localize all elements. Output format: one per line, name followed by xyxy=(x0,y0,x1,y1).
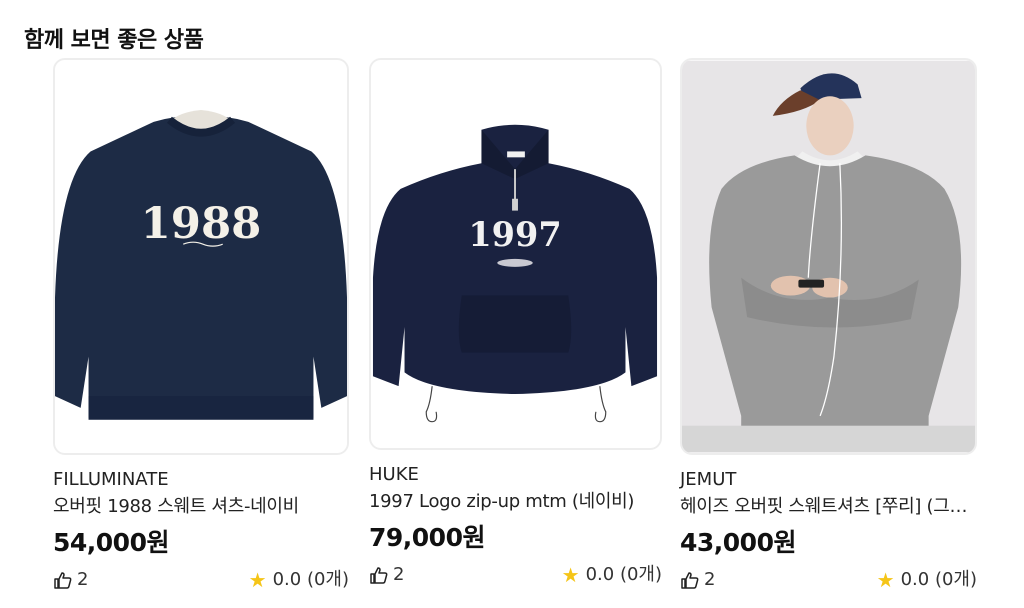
zipup-image: 1997 xyxy=(371,60,660,448)
product-name[interactable]: 오버핏 1988 스웨트 셔츠-네이비 xyxy=(53,495,349,519)
like-button[interactable]: 2 xyxy=(53,569,88,591)
rating: ★ 0.0 (0개) xyxy=(249,569,349,591)
product-brand[interactable]: JEMUT xyxy=(680,469,977,491)
like-count: 2 xyxy=(77,569,89,590)
rating-text: 0.0 (0개) xyxy=(272,569,349,590)
thumbs-up-icon xyxy=(369,565,389,585)
product-card[interactable]: JEMUT 헤이즈 오버핏 스웨트셔츠 [쭈리] (그레이) 43,000원 2… xyxy=(680,58,977,591)
star-icon: ★ xyxy=(561,563,580,587)
thumbs-up-icon xyxy=(53,570,73,590)
product-price: 43,000원 xyxy=(680,528,796,557)
product-image[interactable]: 1988 xyxy=(53,58,349,455)
rating-text: 0.0 (0개) xyxy=(585,564,662,585)
rating: ★ 0.0 (0개) xyxy=(877,569,977,591)
product-image[interactable]: 1997 xyxy=(369,58,662,450)
sweatshirt-image: 1988 xyxy=(55,60,347,453)
rating-text: 0.0 (0개) xyxy=(900,569,977,590)
star-icon: ★ xyxy=(876,568,895,592)
thumbs-up-icon xyxy=(680,570,700,590)
product-card[interactable]: 1988 FILLUMINATE 오버핏 1988 스웨트 셔츠-네이비 54,… xyxy=(53,58,349,591)
product-price: 54,000원 xyxy=(53,528,169,557)
product-brand[interactable]: FILLUMINATE xyxy=(53,469,349,491)
product-image[interactable] xyxy=(680,58,977,455)
star-icon: ★ xyxy=(248,568,267,592)
rating: ★ 0.0 (0개) xyxy=(562,564,662,586)
like-count: 2 xyxy=(704,569,716,590)
product-name[interactable]: 헤이즈 오버핏 스웨트셔츠 [쭈리] (그레이) xyxy=(680,495,977,519)
like-button[interactable]: 2 xyxy=(369,564,404,586)
model-photo xyxy=(682,60,975,453)
product-card[interactable]: 1997 HUKE 1997 Logo zip-up mtm (네이비) 79,… xyxy=(369,58,662,586)
product-name[interactable]: 1997 Logo zip-up mtm (네이비) xyxy=(369,490,662,514)
like-button[interactable]: 2 xyxy=(680,569,715,591)
like-count: 2 xyxy=(393,564,405,585)
zipup-print: 1997 xyxy=(468,215,561,254)
product-brand[interactable]: HUKE xyxy=(369,464,662,486)
section-title: 함께 보면 좋은 상품 xyxy=(24,28,204,53)
product-price: 79,000원 xyxy=(369,523,485,552)
sweatshirt-print: 1988 xyxy=(141,198,262,249)
